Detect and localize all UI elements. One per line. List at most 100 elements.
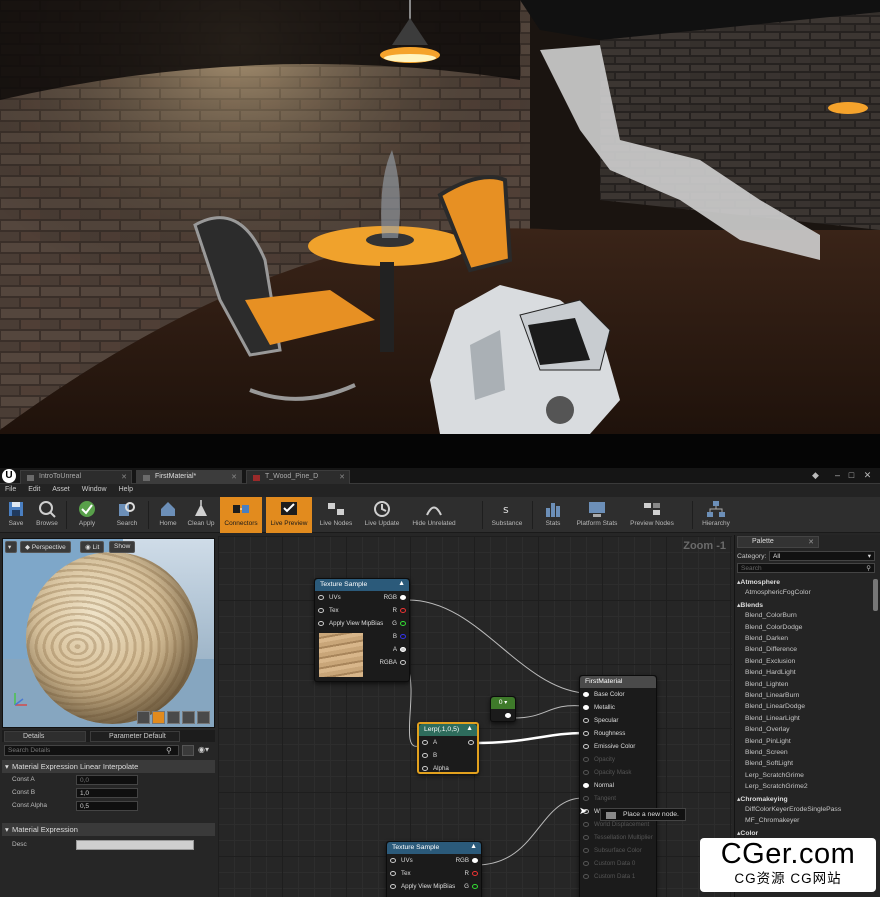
- close-window-icon[interactable]: ✕: [862, 470, 873, 481]
- tex-pin[interactable]: Tex: [390, 869, 411, 878]
- collapse-icon[interactable]: ▲: [466, 725, 473, 732]
- palette-item[interactable]: Blend_ColorBurn: [745, 612, 797, 619]
- collapse-icon[interactable]: ▲: [398, 580, 405, 587]
- a-pin[interactable]: A: [393, 645, 406, 654]
- rgb-pin[interactable]: RGB: [456, 856, 478, 865]
- texture-sample-node-2[interactable]: Texture Sample ▲ UVs Tex Apply View MipB…: [386, 841, 482, 897]
- menu-edit[interactable]: Edit: [23, 484, 45, 495]
- rgb-pin[interactable]: RGB: [384, 593, 406, 602]
- platform-stats-button[interactable]: Platform Stats: [572, 497, 622, 533]
- uvs-pin[interactable]: UVs: [390, 856, 413, 865]
- r-pin[interactable]: R: [465, 869, 478, 878]
- material-input-pin[interactable]: Specular: [583, 716, 618, 725]
- material-input-pin[interactable]: Opacity Mask: [583, 768, 631, 777]
- b-pin[interactable]: B: [393, 632, 406, 641]
- menu-asset[interactable]: Asset: [47, 484, 75, 495]
- save-button[interactable]: Save: [2, 497, 30, 533]
- palette-item[interactable]: Blend_Exclusion: [745, 658, 795, 665]
- close-tab-icon[interactable]: ✕: [121, 473, 127, 481]
- desc-field[interactable]: [76, 840, 194, 850]
- connectors-button[interactable]: Connectors: [220, 497, 262, 533]
- palette-item[interactable]: Blend_Overlay: [745, 726, 790, 733]
- palette-item[interactable]: Lerp_ScratchGrime2: [745, 783, 808, 790]
- tex-pin[interactable]: Tex: [318, 606, 339, 615]
- lerp-node[interactable]: Lerp(,1,0,5) ▲ A B Alpha: [417, 722, 479, 774]
- search-details-input[interactable]: Search Details: [4, 745, 179, 756]
- material-result-node[interactable]: FirstMaterial Base Color Metallic Specular…: [579, 675, 657, 897]
- lerp-a-pin[interactable]: A: [422, 738, 437, 747]
- node-header[interactable]: 0 ▾: [491, 697, 515, 709]
- material-input-pin[interactable]: Tangent: [583, 794, 616, 803]
- eye-icon[interactable]: ◉▾: [198, 745, 212, 756]
- palette-category[interactable]: ▴Chromakeying: [737, 795, 788, 803]
- material-input-pin[interactable]: Normal: [583, 781, 614, 790]
- collapse-icon[interactable]: ▲: [470, 843, 477, 850]
- palette-item[interactable]: Blend_ColorDodge: [745, 624, 802, 631]
- palette-item[interactable]: DiffColorKeyerErodeSinglePass: [745, 806, 841, 813]
- palette-item[interactable]: Blend_LinearBurn: [745, 692, 799, 699]
- preview-sphere-icon[interactable]: [152, 711, 165, 724]
- texture-sample-node[interactable]: Texture Sample ▲ UVs Tex Apply View MipB…: [314, 578, 410, 682]
- constant-node[interactable]: 0 ▾: [490, 696, 516, 722]
- tab-first-material[interactable]: FirstMaterial* ✕: [136, 470, 242, 484]
- material-input-pin[interactable]: Metallic: [583, 703, 615, 712]
- palette-item[interactable]: Blend_HardLight: [745, 669, 796, 676]
- palette-item[interactable]: Blend_PinLight: [745, 738, 791, 745]
- material-graph[interactable]: Zoom -1 Texture Sample ▲ UVs Tex Apply V…: [218, 536, 732, 897]
- node-header[interactable]: Texture Sample ▲: [315, 579, 409, 591]
- apply-button[interactable]: Apply: [72, 497, 102, 533]
- minimize-icon[interactable]: –: [832, 470, 843, 481]
- search-button[interactable]: Search: [110, 497, 144, 533]
- lit-button[interactable]: ◉ Lit: [80, 541, 105, 553]
- tab-details[interactable]: Details: [4, 731, 86, 742]
- g-pin[interactable]: G: [464, 882, 478, 891]
- material-input-pin[interactable]: Tessellation Multiplier: [583, 833, 653, 842]
- material-input-pin[interactable]: Base Color: [583, 690, 625, 699]
- close-tab-icon[interactable]: ✕: [231, 473, 237, 481]
- material-input-pin[interactable]: World Displacement: [583, 820, 649, 829]
- close-tab-icon[interactable]: ✕: [339, 473, 345, 481]
- live-nodes-button[interactable]: Live Nodes: [316, 497, 356, 533]
- section-linear-interpolate[interactable]: ▾ Material Expression Linear Interpolate: [2, 760, 215, 773]
- palette-item[interactable]: Blend_Screen: [745, 749, 788, 756]
- preview-cylinder-icon[interactable]: [137, 711, 150, 724]
- home-button[interactable]: Home: [154, 497, 182, 533]
- material-preview-viewport[interactable]: ▾ ◆ Perspective ◉ Lit Show: [2, 538, 215, 728]
- mipbias-pin[interactable]: Apply View MipBias: [318, 619, 383, 628]
- palette-category[interactable]: ▴Color: [737, 829, 758, 837]
- rgba-pin[interactable]: RGBA: [379, 658, 406, 667]
- uvs-pin[interactable]: UVs: [318, 593, 341, 602]
- const-b-field[interactable]: 1,0: [76, 788, 138, 798]
- preview-cube-icon[interactable]: [182, 711, 195, 724]
- cleanup-button[interactable]: Clean Up: [184, 497, 218, 533]
- node-header[interactable]: Lerp(,1,0,5) ▲: [419, 724, 477, 736]
- lerp-b-pin[interactable]: B: [422, 751, 437, 760]
- tab-intro-to-unreal[interactable]: IntroToUnreal ✕: [20, 470, 132, 484]
- material-input-pin[interactable]: Custom Data 0: [583, 859, 635, 868]
- g-pin[interactable]: G: [392, 619, 406, 628]
- stats-button[interactable]: Stats: [538, 497, 568, 533]
- palette-scrollbar[interactable]: [873, 579, 878, 611]
- palette-search-input[interactable]: Search ⚲: [737, 563, 875, 573]
- close-tab-icon[interactable]: ✕: [808, 538, 814, 546]
- material-input-pin[interactable]: Opacity: [583, 755, 615, 764]
- palette-item[interactable]: MF_Chromakeyer: [745, 817, 799, 824]
- palette-category[interactable]: ▴Atmosphere: [737, 578, 780, 586]
- palette-item[interactable]: Lerp_ScratchGrime: [745, 772, 804, 779]
- const-alpha-field[interactable]: 0,5: [76, 801, 138, 811]
- menu-help[interactable]: Help: [114, 484, 138, 495]
- r-pin[interactable]: R: [393, 606, 406, 615]
- view-options-icon[interactable]: [182, 745, 194, 756]
- live-preview-button[interactable]: Live Preview: [266, 497, 312, 533]
- palette-item[interactable]: Blend_Lighten: [745, 681, 788, 688]
- substance-button[interactable]: s Substance: [488, 497, 526, 533]
- lerp-alpha-pin[interactable]: Alpha: [422, 764, 449, 773]
- preview-mesh-icon[interactable]: [197, 711, 210, 724]
- palette-item[interactable]: Blend_SoftLight: [745, 760, 793, 767]
- help-icon[interactable]: ◆: [810, 470, 821, 481]
- material-input-pin[interactable]: Custom Data 1: [583, 872, 635, 881]
- hierarchy-button[interactable]: Hierarchy: [698, 497, 734, 533]
- tab-t-wood-pine-d[interactable]: T_Wood_Pine_D ✕: [246, 470, 350, 484]
- menu-window[interactable]: Window: [77, 484, 112, 495]
- palette-category[interactable]: ▴Blends: [737, 601, 763, 609]
